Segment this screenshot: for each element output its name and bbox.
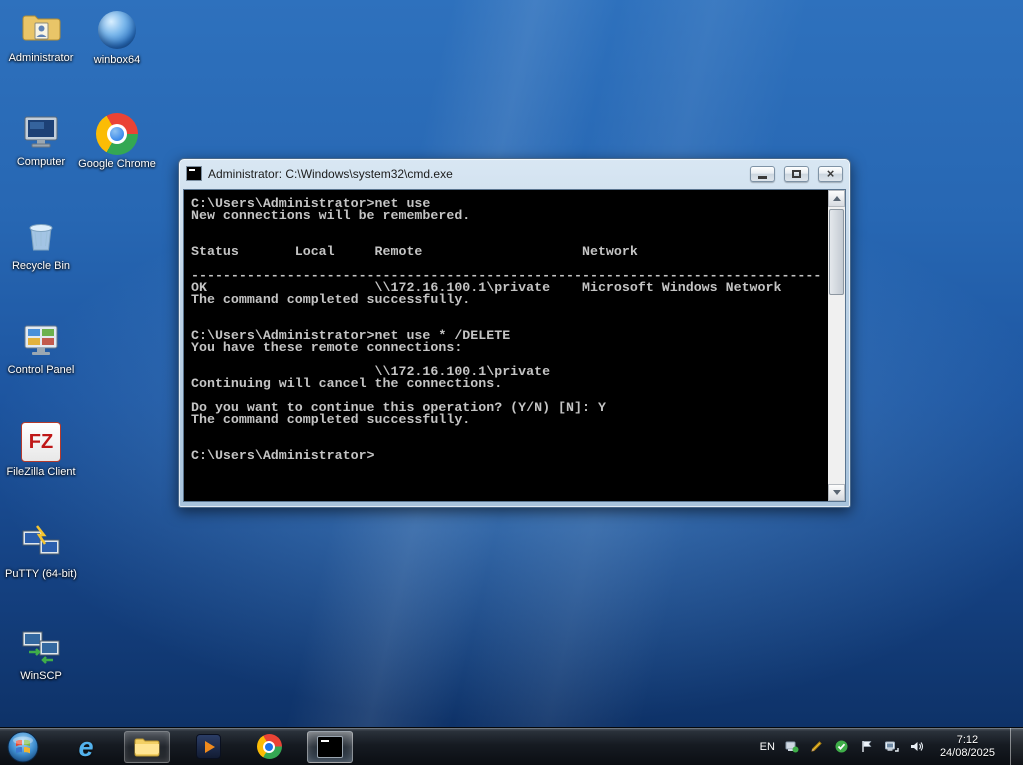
- desktop-icon-control-panel[interactable]: Control Panel: [2, 318, 80, 377]
- cmd-icon: [317, 736, 343, 758]
- putty-icon: [19, 522, 63, 566]
- arrow-down-icon: [833, 490, 841, 495]
- pencil-icon[interactable]: [809, 739, 825, 755]
- desktop-icon-computer[interactable]: Computer: [2, 110, 80, 169]
- system-tray: EN 7:12 24/08/2025: [760, 728, 1023, 765]
- terminal-line: You have these remote connections:: [191, 342, 828, 354]
- terminal-line: [191, 306, 828, 318]
- start-button[interactable]: [7, 731, 39, 763]
- winscp-icon: [19, 624, 63, 668]
- media-player-icon: [196, 734, 221, 759]
- desktop-icon-winbox64[interactable]: winbox64: [78, 8, 156, 67]
- icon-label: Computer: [2, 156, 80, 169]
- terminal-area: C:\Users\Administrator>net useNew connec…: [183, 189, 846, 502]
- filezilla-icon: FZ: [19, 420, 63, 464]
- close-icon: ×: [827, 168, 835, 180]
- scrollbar[interactable]: [828, 190, 845, 501]
- window-controls: ×: [750, 166, 843, 182]
- tray-clock[interactable]: 7:12 24/08/2025: [940, 734, 995, 760]
- scroll-down-button[interactable]: [828, 484, 845, 501]
- show-desktop-button[interactable]: [1010, 728, 1023, 765]
- taskbar-media-player[interactable]: [185, 731, 231, 763]
- cmd-window: Administrator: C:\Windows\system32\cmd.e…: [178, 158, 851, 508]
- scrollbar-thumb[interactable]: [829, 209, 844, 295]
- cmd-icon: [186, 166, 202, 181]
- icon-label: PuTTY (64-bit): [2, 568, 80, 581]
- terminal-line: The command completed successfully.: [191, 414, 828, 426]
- maximize-button[interactable]: [784, 166, 809, 182]
- network-icon[interactable]: [884, 739, 900, 755]
- terminal-line: Status Local Remote Network: [191, 246, 828, 258]
- taskbar-chrome[interactable]: [246, 731, 292, 763]
- scroll-up-button[interactable]: [828, 190, 845, 207]
- control-panel-icon: [19, 318, 63, 362]
- close-button[interactable]: ×: [818, 166, 843, 182]
- action-center-flag-icon[interactable]: [859, 739, 875, 755]
- folder-icon: [133, 735, 161, 759]
- minimize-button[interactable]: [750, 166, 775, 182]
- clock-time: 7:12: [940, 734, 995, 747]
- volume-icon[interactable]: [909, 739, 925, 755]
- terminal-line: Continuing will cancel the connections.: [191, 378, 828, 390]
- terminal-line: The command completed successfully.: [191, 294, 828, 306]
- maximize-icon: [792, 170, 801, 178]
- user-folder-icon: [19, 6, 63, 50]
- check-shield-icon[interactable]: [834, 739, 850, 755]
- internet-explorer-icon: e: [78, 733, 93, 761]
- taskbar-cmd-active[interactable]: [307, 731, 353, 763]
- terminal-line: C:\Users\Administrator>: [191, 450, 828, 462]
- chrome-icon: [257, 734, 282, 759]
- terminal-line: [191, 426, 828, 438]
- desktop-icon-filezilla[interactable]: FZ FileZilla Client: [2, 420, 80, 479]
- window-title: Administrator: C:\Windows\system32\cmd.e…: [208, 167, 744, 181]
- windows-logo-icon: [7, 731, 39, 763]
- desktop-icon-putty[interactable]: PuTTY (64-bit): [2, 522, 80, 581]
- taskbar-internet-explorer[interactable]: e: [63, 731, 109, 763]
- cmd-window-titlebar[interactable]: Administrator: C:\Windows\system32\cmd.e…: [179, 159, 850, 188]
- terminal-line: [191, 222, 828, 234]
- icon-label: Google Chrome: [78, 158, 156, 171]
- icon-label: winbox64: [78, 54, 156, 67]
- minimize-icon: [758, 176, 767, 179]
- desktop-icon-administrator[interactable]: Administrator: [2, 6, 80, 65]
- arrow-up-icon: [833, 196, 841, 201]
- icon-label: WinSCP: [2, 670, 80, 683]
- winbox-orb-icon: [95, 8, 139, 52]
- taskbar-windows-explorer[interactable]: [124, 731, 170, 763]
- desktop-icon-recycle-bin[interactable]: Recycle Bin: [2, 214, 80, 273]
- icon-label: FileZilla Client: [2, 466, 80, 479]
- icon-label: Recycle Bin: [2, 260, 80, 273]
- screen: Administrator winbox64 Computer Google C…: [0, 0, 1023, 765]
- desktop-icon-winscp[interactable]: WinSCP: [2, 624, 80, 683]
- remove-hardware-icon[interactable]: [784, 739, 800, 755]
- icon-label: Control Panel: [2, 364, 80, 377]
- language-indicator[interactable]: EN: [760, 741, 775, 753]
- desktop-icon-google-chrome[interactable]: Google Chrome: [78, 112, 156, 171]
- recycle-bin-icon: [19, 214, 63, 258]
- taskbar: e EN: [0, 727, 1023, 765]
- chrome-logo-icon: [95, 112, 139, 156]
- clock-date: 24/08/2025: [940, 747, 995, 760]
- computer-monitor-icon: [19, 110, 63, 154]
- icon-label: Administrator: [2, 52, 80, 65]
- terminal-output[interactable]: C:\Users\Administrator>net useNew connec…: [184, 190, 828, 501]
- terminal-line: New connections will be remembered.: [191, 210, 828, 222]
- scrollbar-track[interactable]: [828, 297, 845, 484]
